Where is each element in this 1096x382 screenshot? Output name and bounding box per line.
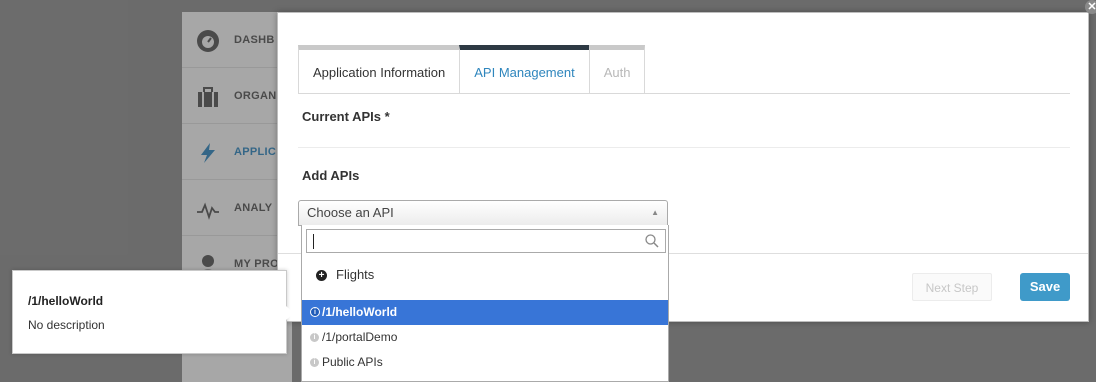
plus-circle-icon: + <box>316 270 327 281</box>
api-option-public-apis[interactable]: i Public APIs <box>302 350 668 375</box>
info-icon: i <box>310 307 320 317</box>
divider <box>298 147 1070 148</box>
divider <box>298 93 1070 94</box>
api-option-label: /1/portalDemo <box>322 330 398 344</box>
tab-application-information[interactable]: Application Information <box>298 45 461 93</box>
close-icon[interactable]: ✕ <box>1085 0 1096 14</box>
add-apis-label: Add APIs <box>302 168 360 183</box>
tooltip-pointer <box>286 306 294 320</box>
api-option-helloworld[interactable]: i /1/helloWorld <box>302 300 668 325</box>
api-search-input[interactable] <box>306 229 666 253</box>
tooltip-description: No description <box>28 318 105 332</box>
tab-bar: Application Information API Management A… <box>298 45 646 93</box>
next-step-button[interactable]: Next Step <box>912 273 992 301</box>
tab-api-management[interactable]: API Management <box>459 45 590 93</box>
option-group[interactable]: + Flights <box>302 263 668 289</box>
search-icon <box>645 234 659 248</box>
tooltip-title: /1/helloWorld <box>28 294 104 308</box>
text-caret <box>313 234 314 249</box>
api-tooltip: /1/helloWorld No description <box>12 270 287 354</box>
api-option-label: Public APIs <box>322 355 383 369</box>
tab-auth[interactable]: Auth <box>588 45 646 93</box>
api-select[interactable]: Choose an API ▲ <box>298 200 668 226</box>
chevron-up-icon: ▲ <box>651 208 659 217</box>
api-select-value: Choose an API <box>307 205 394 220</box>
info-icon: i <box>310 358 319 367</box>
info-icon: i <box>310 333 319 342</box>
current-apis-label: Current APIs * <box>302 109 390 124</box>
api-option-label: /1/helloWorld <box>322 305 398 319</box>
option-group-label: Flights <box>336 267 375 282</box>
save-button[interactable]: Save <box>1020 273 1070 301</box>
api-dropdown: + Flights i /1/helloWorld i /1/portalDem… <box>301 225 669 382</box>
api-option-portaldemo[interactable]: i /1/portalDemo <box>302 325 668 350</box>
